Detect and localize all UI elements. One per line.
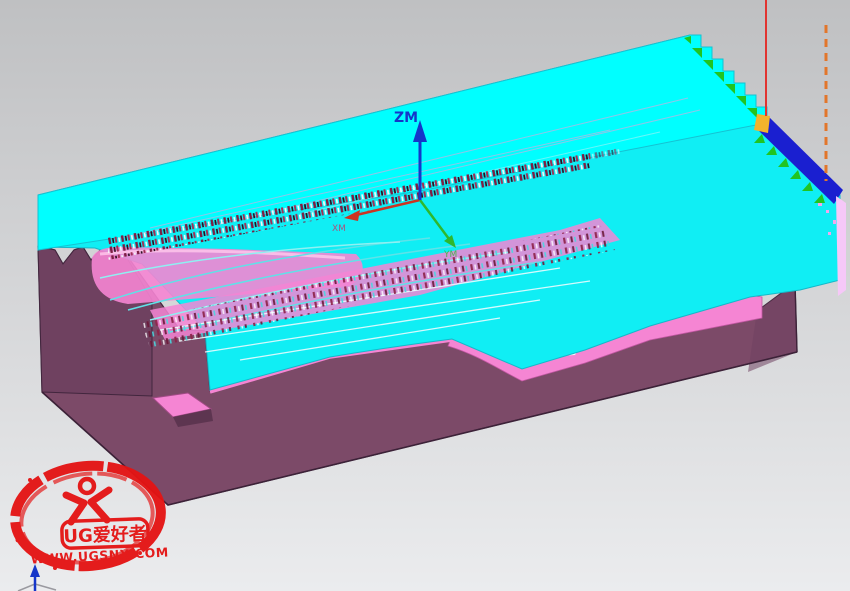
- ym-axis-label: YM: [443, 250, 457, 260]
- xm-axis-label: XM: [332, 224, 346, 234]
- watermark-title: UG爱好者: [63, 523, 147, 548]
- cad-viewport-window: { "viewport": { "background_top": "#bfc0…: [0, 0, 850, 591]
- zm-axis-label: ZM: [394, 110, 418, 126]
- 3d-model-viewport[interactable]: ZM XM YM UG爱好者 WWW.UGSNX.COM: [0, 0, 850, 591]
